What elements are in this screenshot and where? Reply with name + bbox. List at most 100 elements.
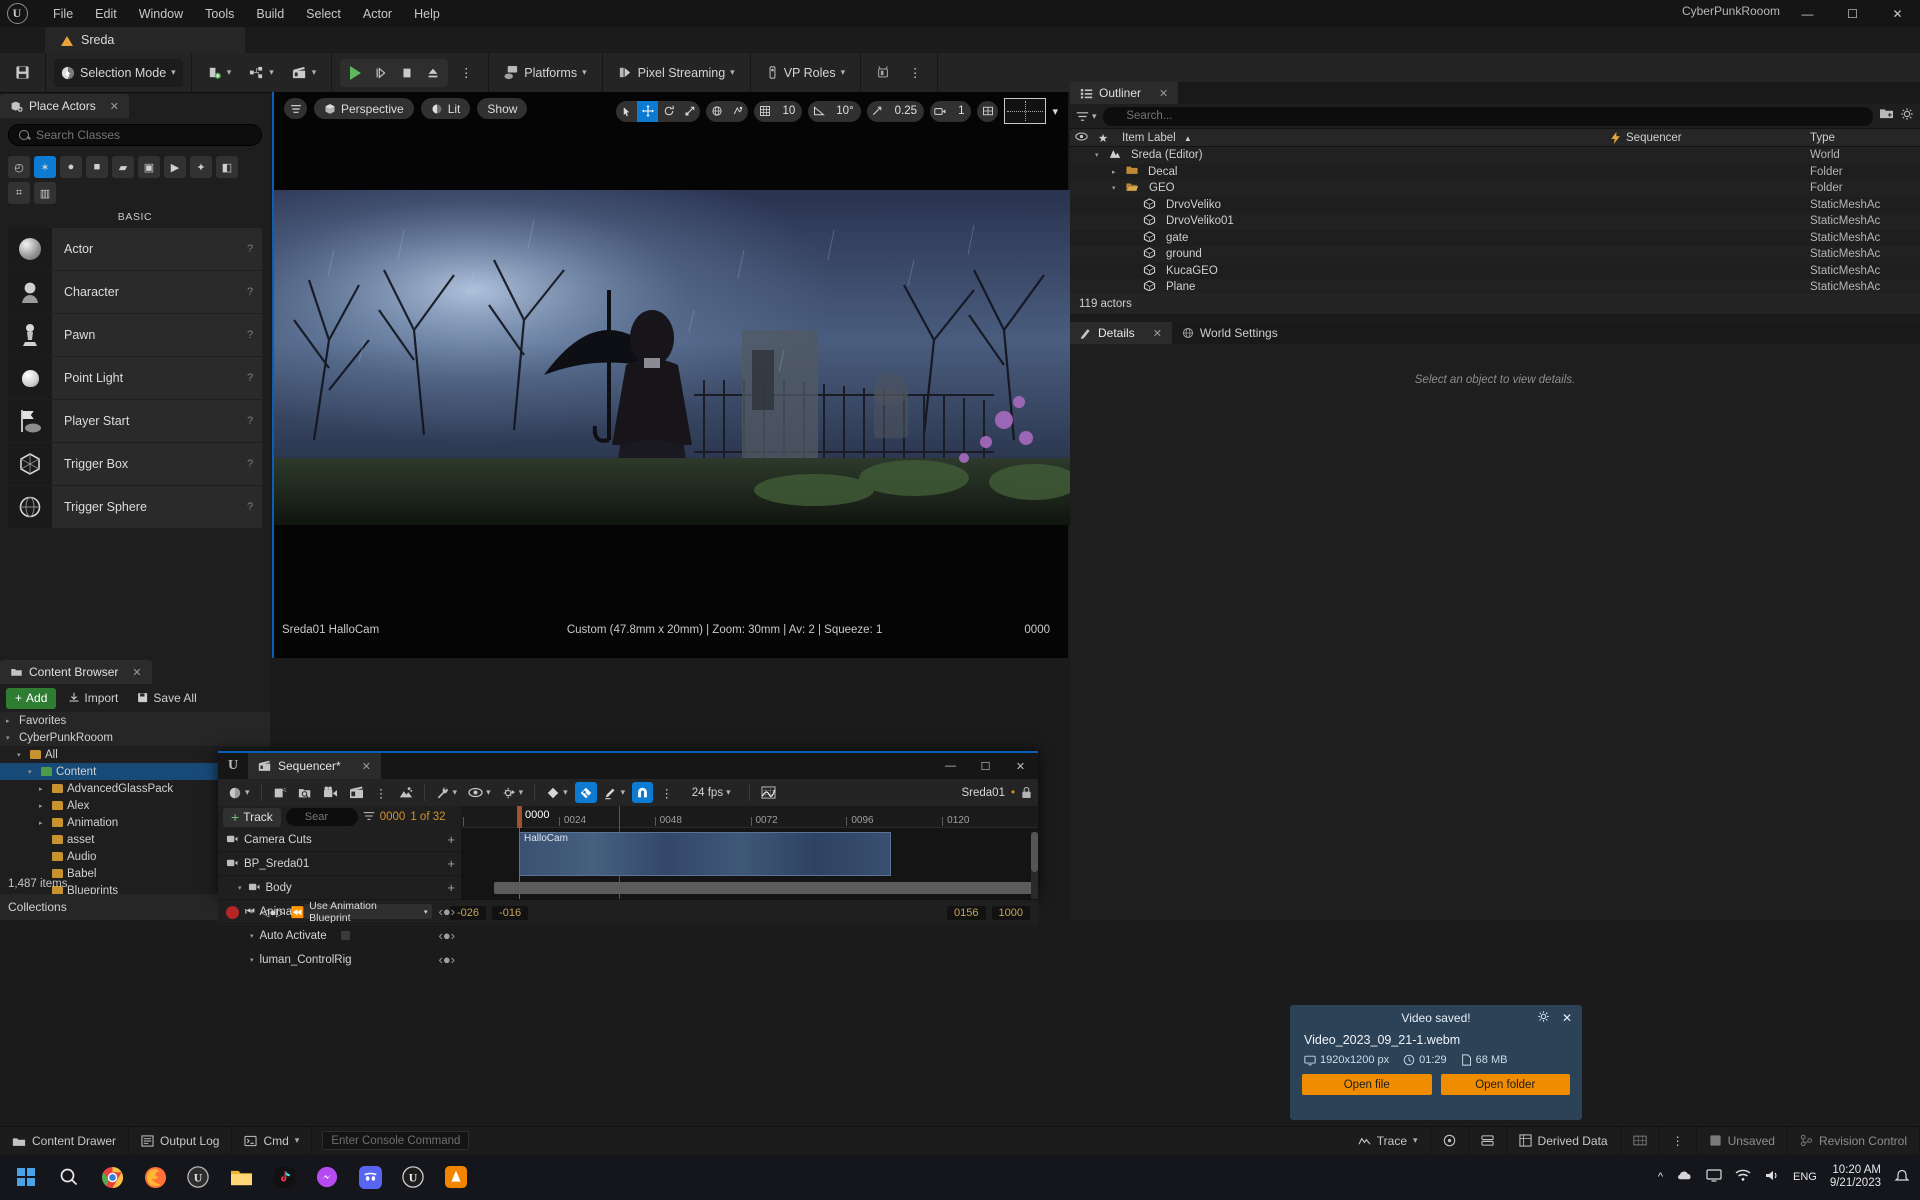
help-icon[interactable]: ? (238, 486, 262, 528)
basic-icon[interactable]: ✶ (34, 156, 56, 178)
play-button[interactable] (342, 60, 368, 86)
viewport-menu-button[interactable] (284, 98, 307, 119)
sequencer-actions-button[interactable] (395, 782, 417, 803)
column-visibility[interactable] (1070, 132, 1092, 144)
column-sequencer[interactable]: Sequencer (1610, 131, 1810, 144)
current-frame-value[interactable]: 0000 (380, 811, 406, 823)
tree-arrow-icon[interactable]: ▾ (1112, 184, 1121, 192)
viewport-layout-button[interactable] (977, 101, 998, 122)
menu-select[interactable]: Select (295, 3, 352, 25)
console-command-input[interactable]: Enter Console Command (322, 1131, 470, 1150)
rotate-tool-button[interactable] (658, 101, 679, 122)
help-icon[interactable]: ? (238, 314, 262, 356)
all-classes-icon[interactable]: ✦ (190, 156, 212, 178)
place-actor-item[interactable]: Trigger Sphere? (8, 486, 262, 528)
tree-arrow-icon[interactable]: ▾ (238, 884, 242, 892)
close-button[interactable]: ✕ (1875, 0, 1920, 27)
firefox-button[interactable] (135, 1157, 175, 1197)
viewport-perspective-button[interactable]: Perspective (314, 98, 414, 119)
sequencer-vertical-scrollbar[interactable] (1031, 832, 1038, 899)
selection-mode-button[interactable]: Selection Mode ▾ (54, 58, 183, 87)
help-icon[interactable]: ? (238, 443, 262, 485)
vp-extra-button[interactable] (869, 59, 897, 87)
cmd-selector[interactable]: Cmd ▾ (232, 1126, 313, 1155)
perf-button[interactable] (1431, 1126, 1469, 1155)
auto-activate-checkbox[interactable] (340, 931, 350, 940)
take-recorder-button[interactable] (345, 782, 368, 803)
marker-button[interactable]: ▾ (600, 782, 630, 803)
tiktok-button[interactable] (264, 1157, 304, 1197)
place-actor-item[interactable]: Point Light? (8, 357, 262, 399)
outliner-search[interactable] (1102, 106, 1873, 126)
viewport-render[interactable] (274, 190, 1079, 525)
import-button[interactable]: Import (61, 688, 125, 709)
place-actors-search[interactable] (8, 124, 262, 146)
save-all-button[interactable]: Save All (130, 688, 203, 709)
scale-tool-button[interactable] (679, 101, 700, 122)
pixel-streaming-button[interactable]: Pixel Streaming ▾ (611, 59, 742, 87)
add-track-button[interactable]: + Track (223, 807, 281, 827)
notification-settings-button[interactable] (1537, 1010, 1550, 1026)
content-tree-item[interactable]: ▾ CyberPunkRooom (0, 729, 270, 746)
tree-arrow-icon[interactable]: ▸ (39, 819, 48, 827)
column-item-label[interactable]: Item Label ▲ (1114, 132, 1610, 144)
outliner-row[interactable]: ▾ Sreda (Editor) World (1070, 147, 1920, 164)
close-icon[interactable]: ✕ (132, 666, 141, 679)
sequencer-minimize-button[interactable]: — (933, 753, 968, 779)
sequencer-tools-button[interactable]: ▾ (432, 782, 462, 803)
maximize-button[interactable]: ☐ (1830, 0, 1875, 27)
track-bar-bp[interactable] (494, 882, 1032, 894)
world-coords-button[interactable] (706, 101, 727, 122)
add-content-button[interactable]: + Add (6, 687, 57, 709)
notification-center-button[interactable] (1894, 1168, 1910, 1186)
cache-button[interactable] (1469, 1126, 1507, 1155)
add-track-plus-icon[interactable]: + (447, 832, 455, 847)
column-pin[interactable]: ★ (1092, 131, 1114, 145)
camera-cut-section[interactable]: HalloCam (519, 832, 891, 876)
sequencer-track-row[interactable]: Camera Cuts + (218, 828, 461, 852)
sequencer-more-button[interactable]: ⋮ (371, 782, 392, 803)
wifi-icon[interactable] (1735, 1169, 1751, 1185)
column-type[interactable]: Type (1810, 132, 1920, 144)
lights-icon[interactable]: ● (60, 156, 82, 178)
add-actor-button[interactable]: ▾ (200, 59, 239, 87)
outliner-row[interactable]: DrvoVeliko StaticMeshAc (1070, 197, 1920, 214)
notification-close-button[interactable]: ✕ (1562, 1011, 1572, 1025)
preview-chevron-icon[interactable]: ▾ (1052, 105, 1058, 118)
place-actor-item[interactable]: Trigger Box? (8, 443, 262, 485)
eject-button[interactable] (420, 60, 446, 86)
volumes-icon[interactable]: ▶ (164, 156, 186, 178)
menu-actor[interactable]: Actor (352, 3, 403, 25)
help-icon[interactable]: ? (238, 228, 262, 270)
status-more-button[interactable]: ⋮ (1660, 1126, 1697, 1155)
tree-arrow-icon[interactable]: ▸ (6, 717, 15, 725)
create-camera-button[interactable] (269, 782, 291, 803)
vp-roles-button[interactable]: VP Roles ▾ (759, 59, 852, 87)
snap-options-button[interactable]: ⋮ (656, 782, 677, 803)
level-tab[interactable]: Sreda (45, 27, 245, 53)
close-icon[interactable]: ✕ (1159, 87, 1168, 100)
language-indicator[interactable]: ENG (1793, 1171, 1817, 1183)
cinematic-icon[interactable]: ▰ (112, 156, 134, 178)
sequencer-timeline[interactable]: 0024004800720096012001440000 HalloCam (461, 806, 1038, 899)
close-icon[interactable]: ✕ (1153, 327, 1162, 340)
key-interpolation-button[interactable]: ▾ (542, 782, 572, 803)
angle-snap-value[interactable]: 10° (829, 101, 860, 122)
misc-icon[interactable]: ⌗ (8, 182, 30, 204)
outliner-settings-button[interactable] (1900, 107, 1914, 126)
grid-snap-button[interactable] (754, 101, 775, 122)
save-button[interactable] (8, 59, 37, 87)
camera-speed-button[interactable] (930, 101, 951, 122)
range-out-field[interactable]: 0156 (947, 905, 986, 920)
clock[interactable]: 10:20 AM 9/21/2023 (1830, 1164, 1881, 1190)
tree-arrow-icon[interactable]: ▾ (28, 768, 37, 776)
animation-mode-dropdown[interactable]: Use Animation Blueprint ▾ (304, 900, 433, 924)
trace-button[interactable]: Trace ▾ (1346, 1126, 1431, 1155)
open-folder-button[interactable]: Open folder (1440, 1074, 1570, 1095)
add-track-plus-icon[interactable]: ‹●› (438, 952, 455, 967)
outliner-row[interactable]: gate StaticMeshAc (1070, 230, 1920, 247)
sequencer-playback-button[interactable]: ▾ (498, 782, 528, 803)
outliner-search-input[interactable] (1126, 110, 1864, 122)
derived-data-button[interactable]: Derived Data (1507, 1126, 1621, 1155)
geometry-icon[interactable]: ◧ (216, 156, 238, 178)
